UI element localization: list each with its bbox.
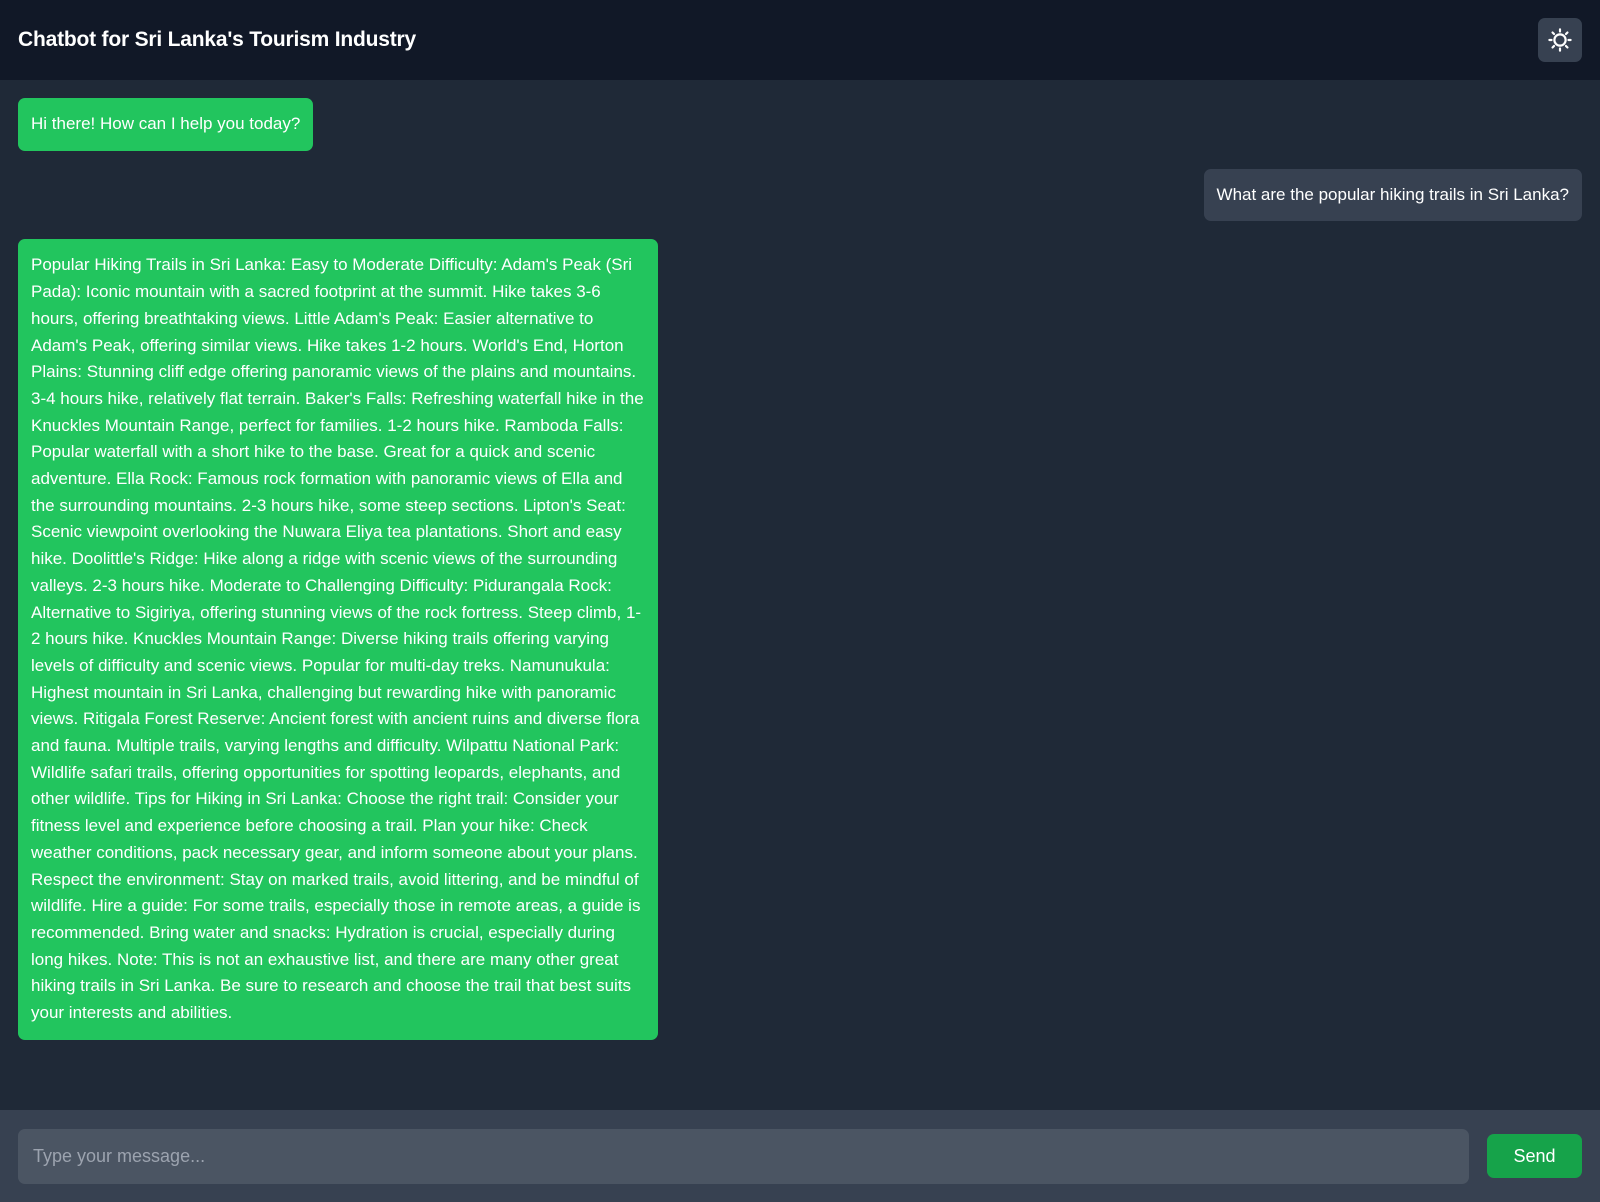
message-row-bot: Hi there! How can I help you today?: [18, 98, 1582, 151]
bot-message: Hi there! How can I help you today?: [18, 98, 314, 151]
send-button[interactable]: Send: [1487, 1134, 1582, 1178]
message-composer: Send: [0, 1110, 1600, 1202]
message-input[interactable]: [18, 1128, 1469, 1184]
theme-toggle-button[interactable]: [1538, 18, 1582, 62]
user-message: What are the popular hiking trails in Sr…: [1203, 168, 1582, 222]
message-row-user: What are the popular hiking trails in Sr…: [18, 168, 1582, 222]
chat-app: Chatbot for Sri Lanka's Tourism Industry: [0, 0, 1600, 1202]
bot-message: Popular Hiking Trails in Sri Lanka: Easy…: [18, 239, 658, 1040]
page-title: Chatbot for Sri Lanka's Tourism Industry: [18, 28, 416, 51]
app-header: Chatbot for Sri Lanka's Tourism Industry: [0, 0, 1600, 80]
message-row-bot: Popular Hiking Trails in Sri Lanka: Easy…: [18, 239, 1582, 1040]
sun-icon: [1547, 27, 1573, 53]
message-list[interactable]: Hi there! How can I help you today? What…: [0, 80, 1600, 1110]
